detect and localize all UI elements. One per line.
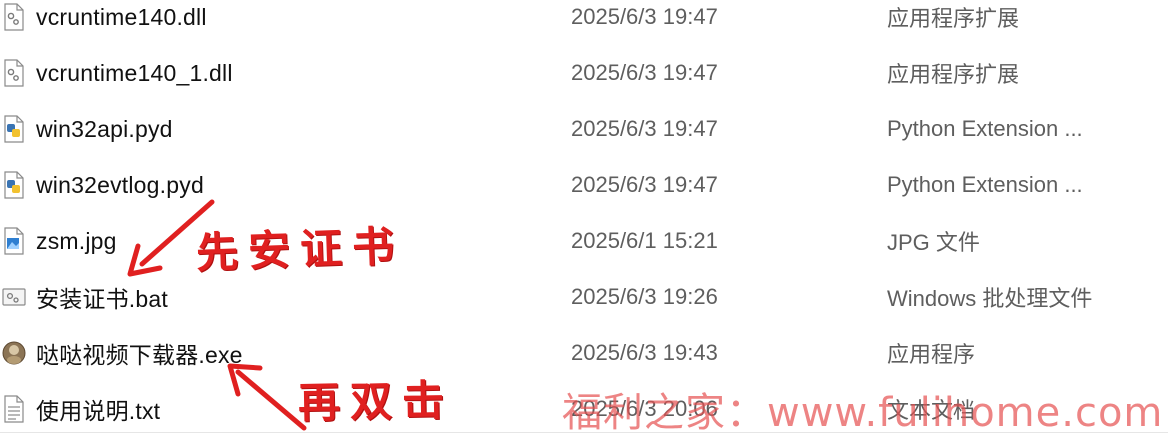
file-name: 哒哒视频下载器.exe bbox=[36, 342, 243, 368]
file-date: 2025/6/3 19:43 bbox=[571, 340, 718, 365]
file-type: Python Extension ... bbox=[887, 172, 1083, 197]
python-extension-icon bbox=[4, 115, 24, 143]
file-date: 2025/6/3 19:47 bbox=[571, 172, 718, 197]
watermark: 福利之家：www.fulihome.com bbox=[562, 390, 1164, 436]
file-date: 2025/6/1 15:21 bbox=[571, 228, 718, 253]
file-date: 2025/6/3 19:47 bbox=[571, 60, 718, 85]
file-date: 2025/6/3 19:47 bbox=[571, 4, 718, 29]
file-name: 安装证书.bat bbox=[36, 286, 168, 312]
file-row[interactable]: win32api.pyd 2025/6/3 19:47 Python Exten… bbox=[0, 101, 1168, 157]
file-name: zsm.jpg bbox=[36, 227, 117, 254]
file-row[interactable]: 哒哒视频下载器.exe 2025/6/3 19:43 应用程序 bbox=[0, 325, 1168, 381]
file-type: Python Extension ... bbox=[887, 116, 1083, 141]
file-row[interactable]: 安装证书.bat 2025/6/3 19:26 Windows 批处理文件 bbox=[0, 269, 1168, 325]
file-type: 应用程序扩展 bbox=[887, 6, 1020, 31]
file-type: JPG 文件 bbox=[887, 230, 980, 255]
annotation-install-cert-first: 先安证书 bbox=[195, 221, 405, 278]
file-name: vcruntime140.dll bbox=[36, 3, 207, 30]
dll-icon bbox=[4, 3, 24, 31]
file-type: 应用程序扩展 bbox=[887, 62, 1020, 87]
file-date: 2025/6/3 19:26 bbox=[571, 284, 718, 309]
file-type: 应用程序 bbox=[887, 342, 976, 367]
dll-icon bbox=[4, 59, 24, 87]
app-exe-icon bbox=[2, 341, 26, 365]
file-row[interactable]: vcruntime140.dll 2025/6/3 19:47 应用程序扩展 bbox=[0, 0, 1168, 45]
file-name: win32api.pyd bbox=[36, 115, 173, 142]
file-name: vcruntime140_1.dll bbox=[36, 59, 233, 86]
python-extension-icon bbox=[4, 171, 24, 199]
file-name: win32evtlog.pyd bbox=[36, 171, 204, 198]
divider bbox=[0, 432, 1168, 433]
file-date: 2025/6/3 19:47 bbox=[571, 116, 718, 141]
file-name: 使用说明.txt bbox=[36, 398, 161, 424]
file-type: Windows 批处理文件 bbox=[887, 286, 1093, 311]
file-row[interactable]: win32evtlog.pyd 2025/6/3 19:47 Python Ex… bbox=[0, 157, 1168, 213]
file-list: vcruntime140.dll 2025/6/3 19:47 应用程序扩展 v… bbox=[0, 0, 1168, 436]
annotation-double-click-next: 再双击 bbox=[297, 375, 455, 428]
text-file-icon bbox=[4, 395, 24, 423]
batch-file-icon bbox=[2, 288, 26, 306]
image-file-icon bbox=[4, 227, 24, 255]
file-row[interactable]: zsm.jpg 2025/6/1 15:21 JPG 文件 bbox=[0, 213, 1168, 269]
file-row[interactable]: vcruntime140_1.dll 2025/6/3 19:47 应用程序扩展 bbox=[0, 45, 1168, 101]
